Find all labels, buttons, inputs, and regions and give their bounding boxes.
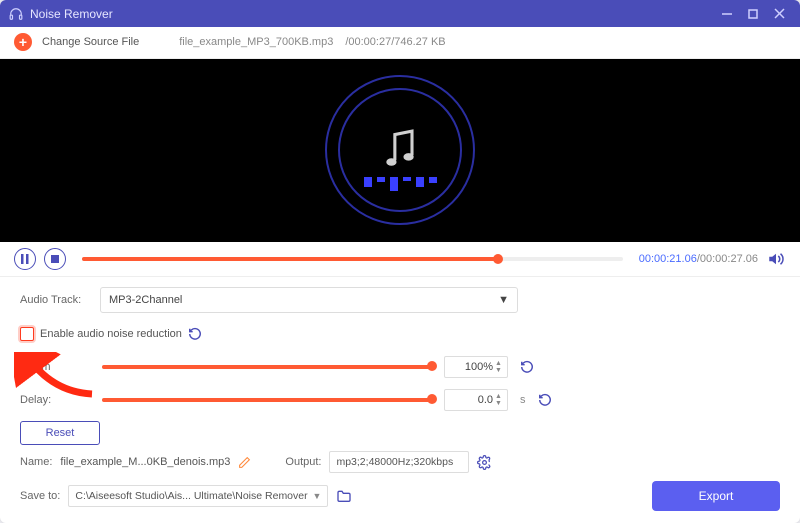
visualizer-ring (325, 75, 475, 225)
delay-input[interactable]: 0.0▲▼ (444, 389, 508, 411)
saveto-label: Save to: (20, 490, 60, 502)
output-value: mp3;2;48000Hz;320kbps (329, 451, 469, 473)
footer-panel: Name: file_example_M...0KB_denois.mp3 Ou… (0, 447, 800, 523)
output-settings-icon[interactable] (477, 455, 492, 470)
delay-label: Delay: (20, 394, 90, 406)
window: Noise Remover + Change Source File file_… (0, 0, 800, 523)
window-title: Noise Remover (30, 7, 113, 21)
edit-name-icon[interactable] (238, 456, 251, 469)
stepper-icon[interactable]: ▲▼ (495, 390, 505, 410)
reset-delay-icon[interactable] (538, 392, 554, 408)
close-button[interactable] (766, 3, 792, 25)
pause-button[interactable] (14, 248, 36, 270)
delay-slider[interactable] (102, 398, 432, 402)
preview-area (0, 59, 800, 242)
source-filename: file_example_MP3_700KB.mp3 (179, 36, 333, 48)
enable-noise-reduction-checkbox[interactable] (20, 327, 34, 341)
minimize-button[interactable] (714, 3, 740, 25)
chevron-down-icon: ▼ (498, 294, 509, 306)
audio-track-label: Audio Track: (20, 294, 90, 306)
settings-panel: Audio Track: MP3-2Channel ▼ Enable audio… (0, 277, 800, 447)
maximize-button[interactable] (740, 3, 766, 25)
equalizer-bars-icon (364, 177, 437, 191)
reset-volume-icon[interactable] (520, 359, 536, 375)
volume-slider[interactable] (102, 365, 432, 369)
stop-button[interactable] (44, 248, 66, 270)
headphones-icon (8, 6, 24, 22)
chevron-down-icon: ▼ (312, 491, 321, 501)
name-label: Name: (20, 456, 52, 468)
saveto-select[interactable]: C:\Aiseesoft Studio\Ais... Ultimate\Nois… (68, 485, 328, 507)
reset-button[interactable]: Reset (20, 421, 100, 445)
volume-label: Volum (20, 361, 90, 373)
reset-noise-icon[interactable] (188, 326, 204, 342)
titlebar[interactable]: Noise Remover (0, 0, 800, 27)
seek-slider[interactable] (82, 257, 623, 261)
playback-time: 00:00:21.06/00:00:27.06 (639, 253, 758, 265)
volume-icon[interactable] (766, 249, 786, 269)
audio-track-select[interactable]: MP3-2Channel ▼ (100, 287, 518, 313)
music-note-icon (379, 126, 421, 174)
output-label: Output: (285, 456, 321, 468)
export-button[interactable]: Export (652, 481, 780, 511)
delay-unit: s (520, 394, 526, 406)
audio-track-value: MP3-2Channel (109, 294, 182, 306)
add-source-button[interactable]: + (14, 33, 32, 51)
enable-noise-reduction-label: Enable audio noise reduction (40, 328, 182, 340)
open-folder-icon[interactable] (336, 489, 352, 503)
playback-bar: 00:00:21.06/00:00:27.06 (0, 242, 800, 277)
volume-input[interactable]: 100%▲▼ (444, 356, 508, 378)
source-duration-size: /00:00:27/746.27 KB (345, 36, 445, 48)
change-source-label[interactable]: Change Source File (42, 36, 139, 48)
name-value: file_example_M...0KB_denois.mp3 (60, 456, 230, 468)
source-bar: + Change Source File file_example_MP3_70… (0, 27, 800, 58)
stepper-icon[interactable]: ▲▼ (495, 357, 505, 377)
